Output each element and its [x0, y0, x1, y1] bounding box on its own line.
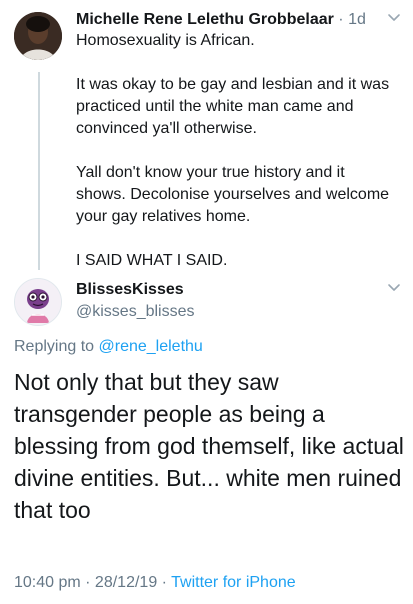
- chevron-down-icon[interactable]: [386, 280, 402, 296]
- replying-prefix: Replying to: [14, 338, 95, 355]
- tweet-metadata: 10:40 pm · 28/12/19 · Twitter for iPhone: [14, 574, 296, 592]
- chevron-down-icon[interactable]: [386, 10, 402, 26]
- reply-author-handle[interactable]: @kisses_blisses: [76, 302, 195, 322]
- tweet-paragraph: I SAID WHAT I SAID.: [76, 252, 228, 269]
- reply-author-name[interactable]: BlissesKisses: [76, 280, 195, 300]
- cartoon-avatar-icon: [15, 279, 61, 325]
- thread-connector-line: [38, 72, 40, 270]
- tweet-paragraph: It was okay to be gay and lesbian and it…: [76, 76, 390, 137]
- tweet-time-ago[interactable]: 1d: [348, 11, 366, 28]
- tweet-body: Homosexuality is African. It was okay to…: [76, 30, 396, 272]
- replying-handle-link[interactable]: @rene_lelethu: [99, 338, 203, 355]
- author-name[interactable]: Michelle Rene Lelethu Grobbelaar: [76, 11, 334, 28]
- tweet-timestamp[interactable]: 10:40 pm · 28/12/19 ·: [14, 574, 167, 591]
- reply-header: BlissesKisses @kisses_blisses: [76, 280, 195, 322]
- avatar-michelle[interactable]: [14, 12, 62, 60]
- tweet-paragraph: Homosexuality is African.: [76, 32, 255, 49]
- reply-body: Not only that but they saw transgender p…: [14, 369, 404, 523]
- replying-to-line: Replying to @rene_lelethu: [14, 338, 203, 356]
- tweet-header: Michelle Rene Lelethu Grobbelaar · 1d: [76, 10, 381, 30]
- tweet-source-link[interactable]: Twitter for iPhone: [171, 574, 296, 591]
- profile-photo-icon: [14, 12, 62, 60]
- avatar-blisseskisses[interactable]: [14, 278, 62, 326]
- separator-dot: ·: [338, 11, 344, 28]
- tweet-paragraph: Yall don't know your true history and it…: [76, 164, 390, 225]
